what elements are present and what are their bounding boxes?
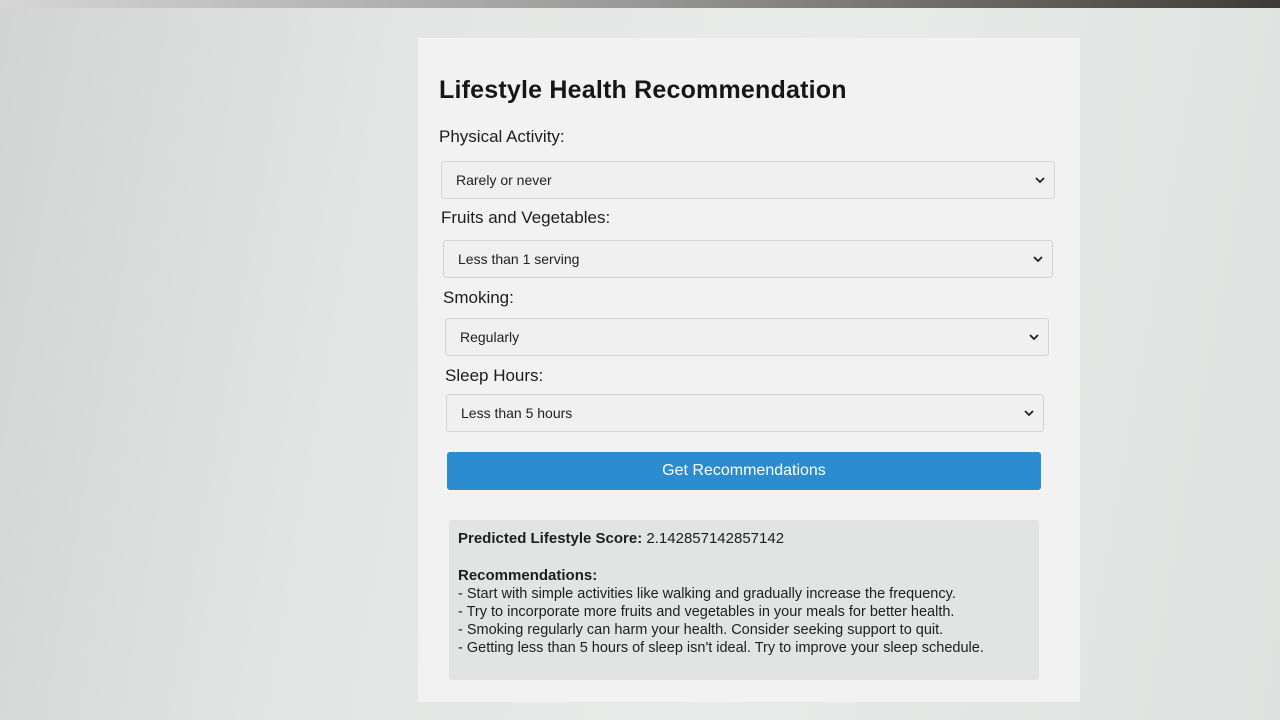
chevron-down-icon bbox=[1028, 176, 1052, 184]
recommendations-heading: Recommendations: bbox=[458, 567, 598, 584]
smoking-label: Smoking: bbox=[443, 288, 514, 307]
physical-activity-selected-value: Rarely or never bbox=[456, 172, 552, 188]
result-panel: Predicted Lifestyle Score: 2.14285714285… bbox=[449, 520, 1039, 680]
predicted-score-label: Predicted Lifestyle Score: bbox=[458, 530, 643, 547]
sleep-hours-selected-value: Less than 5 hours bbox=[461, 405, 573, 421]
recommendation-item: - Start with simple activities like walk… bbox=[458, 586, 956, 602]
sleep-hours-label: Sleep Hours: bbox=[445, 366, 544, 385]
physical-activity-label: Physical Activity: bbox=[439, 127, 565, 146]
predicted-score: Predicted Lifestyle Score: 2.14285714285… bbox=[458, 530, 1029, 548]
fruits-vegetables-label: Fruits and Vegetables: bbox=[441, 208, 611, 227]
chevron-down-icon bbox=[1022, 333, 1046, 341]
page-title: Lifestyle Health Recommendation bbox=[439, 76, 847, 104]
smoking-selected-value: Regularly bbox=[460, 329, 520, 345]
screen-top-edge bbox=[0, 0, 1280, 8]
smoking-select[interactable]: Regularly bbox=[445, 318, 1049, 356]
get-recommendations-button[interactable]: Get Recommendations bbox=[447, 452, 1041, 490]
physical-activity-select[interactable]: Rarely or never bbox=[441, 161, 1055, 199]
sleep-hours-select[interactable]: Less than 5 hours bbox=[446, 394, 1044, 432]
chevron-down-icon bbox=[1026, 255, 1050, 263]
recommendation-item: - Smoking regularly can harm your health… bbox=[458, 622, 944, 638]
recommendation-form-card: Lifestyle Health Recommendation Physical… bbox=[418, 38, 1080, 702]
fruits-vegetables-select[interactable]: Less than 1 serving bbox=[443, 240, 1053, 278]
chevron-down-icon bbox=[1017, 409, 1041, 417]
fruits-vegetables-selected-value: Less than 1 serving bbox=[458, 251, 580, 267]
recommendation-item: - Getting less than 5 hours of sleep isn… bbox=[458, 640, 984, 656]
predicted-score-value: 2.142857142857142 bbox=[646, 530, 785, 547]
recommendation-item: - Try to incorporate more fruits and veg… bbox=[458, 604, 955, 620]
